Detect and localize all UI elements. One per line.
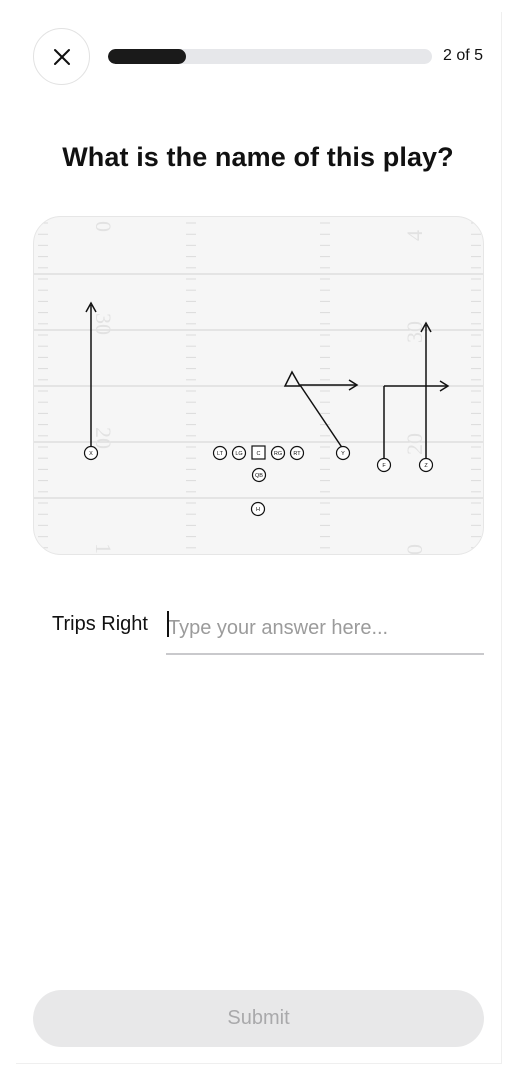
text-caret	[167, 611, 169, 637]
yard-number: 30	[91, 313, 116, 335]
svg-text:X: X	[89, 451, 93, 457]
player-lt: LT	[212, 445, 228, 461]
player-c: C	[251, 445, 266, 460]
yard-number: 4	[402, 230, 427, 241]
close-icon	[53, 48, 70, 65]
yard-number: 1	[91, 543, 116, 554]
yard-number: 0	[402, 544, 427, 555]
player-x: X	[83, 445, 99, 461]
answer-input[interactable]	[166, 603, 484, 655]
player-y: Y	[335, 445, 351, 461]
progress-fill	[108, 49, 186, 64]
svg-text:QB: QB	[255, 473, 263, 479]
yard-number: 20	[91, 427, 116, 449]
svg-text:LT: LT	[217, 451, 224, 457]
player-lg: LG	[231, 445, 247, 461]
yard-number: 20	[402, 433, 427, 455]
player-h: H	[250, 501, 266, 517]
svg-text:H: H	[256, 507, 260, 513]
close-button[interactable]	[33, 28, 90, 85]
player-f: F	[376, 457, 392, 473]
yard-number: 0	[91, 221, 116, 232]
svg-text:RG: RG	[274, 451, 282, 457]
play-diagram: 0 30 20 1 4 30 20 0 X LT LG C RG RT QB H…	[33, 216, 484, 555]
svg-text:LG: LG	[235, 451, 242, 457]
svg-text:C: C	[257, 451, 261, 457]
yard-number: 30	[402, 321, 427, 343]
routes	[85, 301, 450, 459]
player-rt: RT	[289, 445, 305, 461]
player-rg: RG	[270, 445, 286, 461]
answer-prompt-label: Trips Right	[52, 613, 148, 635]
step-counter: 2 of 5	[442, 47, 483, 64]
player-z: Z	[418, 457, 434, 473]
progress-bar	[108, 49, 432, 64]
svg-text:Y: Y	[341, 451, 345, 457]
question-title: What is the name of this play?	[62, 142, 454, 172]
player-qb: QB	[251, 467, 267, 483]
submit-button[interactable]: Submit	[33, 990, 484, 1047]
route-y-defender	[283, 370, 302, 387]
svg-text:RT: RT	[293, 451, 301, 457]
route-y	[299, 384, 344, 450]
